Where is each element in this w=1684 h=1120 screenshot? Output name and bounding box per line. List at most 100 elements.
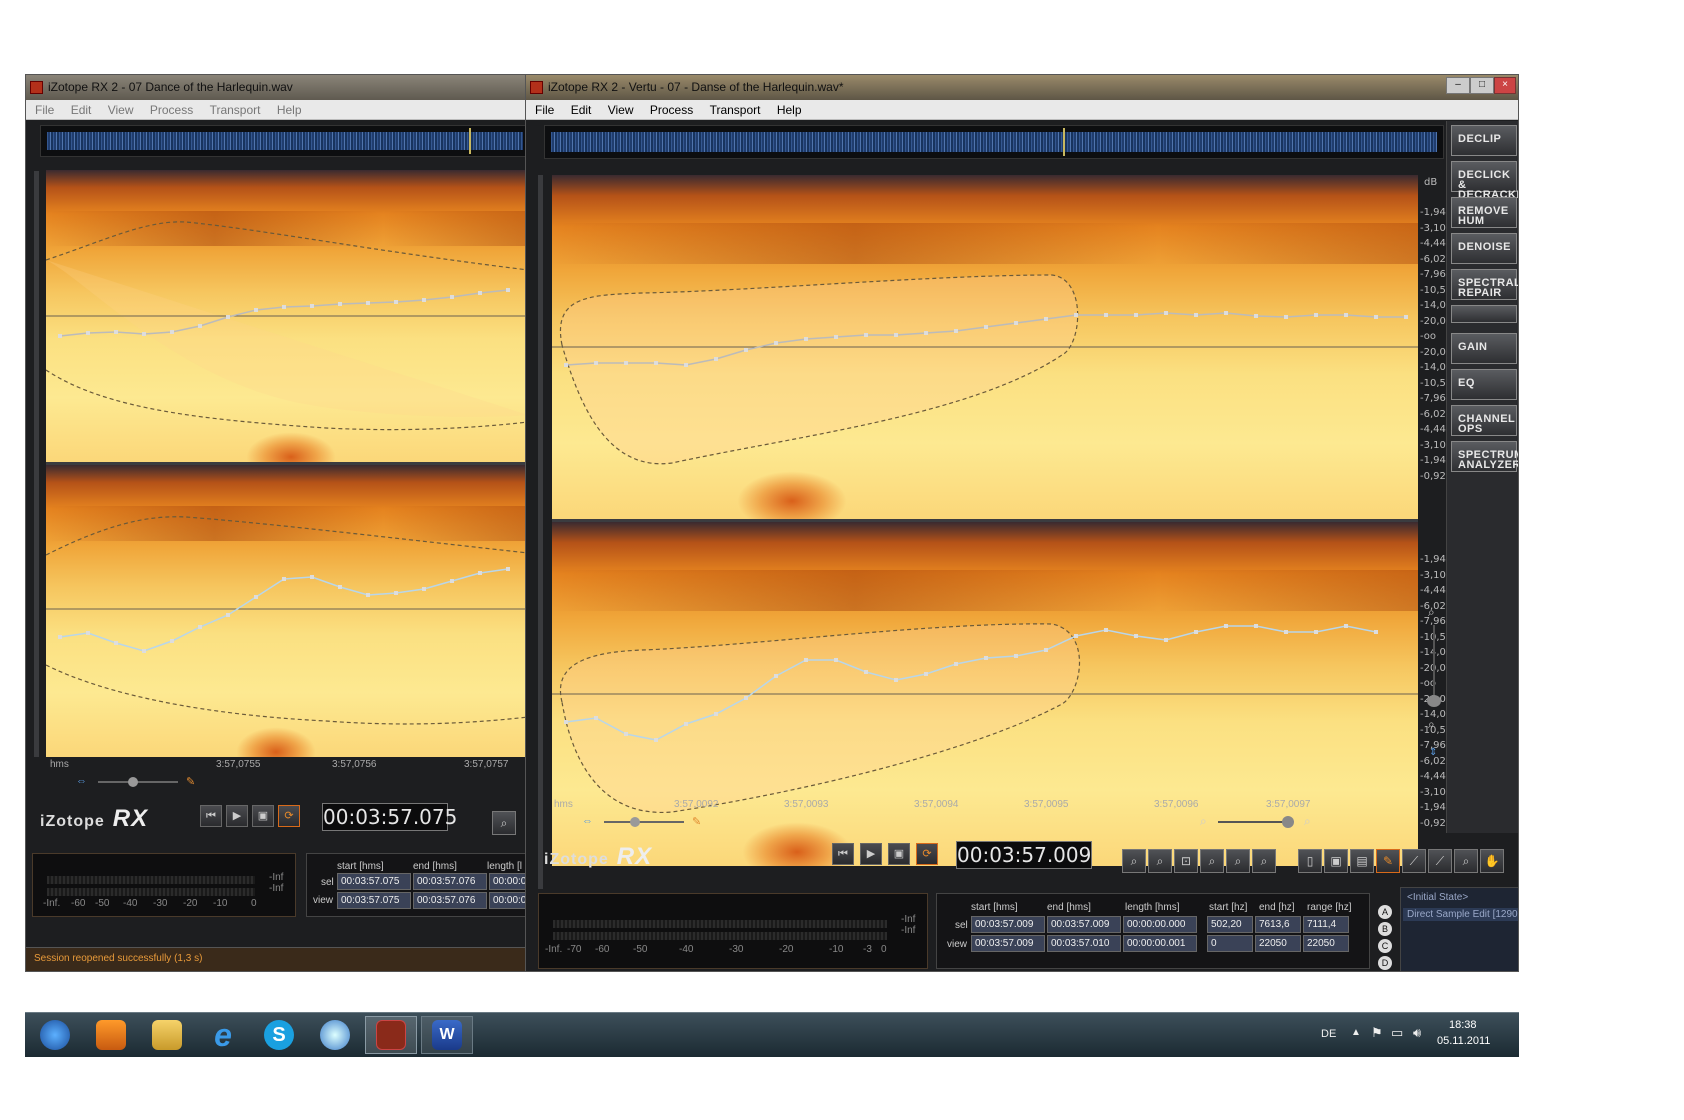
module-channel-ops-button[interactable]: CHANNEL OPS	[1451, 405, 1517, 436]
brush-icon[interactable]: ⟋	[1402, 849, 1426, 873]
history-item[interactable]: <Initial State>	[1407, 892, 1468, 903]
menu-process[interactable]: Process	[150, 103, 193, 117]
module-gain-button[interactable]: GAIN	[1451, 333, 1517, 364]
zoom-slider-knob[interactable]	[630, 817, 640, 827]
view-range-hz-field[interactable]: 22050	[1303, 935, 1349, 952]
menu-process[interactable]: Process	[650, 103, 693, 117]
view-end-field[interactable]: 00:03:57.010	[1047, 935, 1121, 952]
rewind-button[interactable]: ⏮	[200, 805, 222, 827]
taskbar-safari[interactable]	[309, 1016, 361, 1054]
sel-start-hz-field[interactable]: 502,20	[1207, 916, 1253, 933]
lasso-icon[interactable]: ✎	[1376, 849, 1400, 873]
sel-end-hz-field[interactable]: 7613,6	[1255, 916, 1301, 933]
taskbar-skype[interactable]: S	[253, 1016, 305, 1054]
play-button[interactable]: ▶	[860, 843, 882, 865]
history-a-button[interactable]: A	[1378, 905, 1392, 919]
zoom-horizontal-icon[interactable]: ⌕	[1226, 849, 1250, 873]
zoom-icon[interactable]: ⌕	[492, 811, 516, 835]
menu-transport[interactable]: Transport	[710, 103, 761, 117]
history-c-button[interactable]: C	[1378, 939, 1392, 953]
menu-transport[interactable]: Transport	[210, 103, 261, 117]
time-select-icon[interactable]: ▯	[1298, 849, 1322, 873]
taskbar-media-player[interactable]	[85, 1016, 137, 1054]
pencil-icon[interactable]: ✎	[692, 815, 701, 828]
pencil-icon[interactable]: ✎	[186, 775, 195, 788]
network-icon[interactable]: ▭	[1391, 1025, 1403, 1041]
arrows-icon[interactable]: ⇕	[1429, 747, 1437, 758]
view-length-field[interactable]: 00:00:00.001	[1123, 935, 1197, 952]
loop-button[interactable]: ⟳	[916, 843, 938, 865]
taskbar-explorer[interactable]	[141, 1016, 193, 1054]
view-start-field[interactable]: 00:03:57.009	[971, 935, 1045, 952]
module-declip-button[interactable]: DECLIP	[1451, 125, 1517, 156]
zoom-vertical-icon[interactable]: ⌕	[1252, 849, 1276, 873]
view-start-field[interactable]: 00:03:57.075	[337, 892, 411, 909]
sel-end-field[interactable]: 00:03:57.076	[413, 873, 487, 890]
zoom-in-icon[interactable]: ⌕	[1122, 849, 1146, 873]
module-denoise-button[interactable]: DENOISE	[1451, 233, 1517, 264]
menu-view[interactable]: View	[108, 103, 134, 117]
history-b-button[interactable]: B	[1378, 922, 1392, 936]
maximize-button[interactable]: □	[1470, 77, 1494, 94]
view-end-field[interactable]: 00:03:57.076	[413, 892, 487, 909]
history-item[interactable]: Direct Sample Edit [12902	[1403, 908, 1518, 921]
zoom-in-icon[interactable]: ⌕	[1428, 605, 1435, 620]
play-selection-button[interactable]: ▣	[888, 843, 910, 865]
sel-length-field[interactable]: 00:00:0	[489, 873, 526, 890]
sel-length-field[interactable]: 00:00:00.000	[1123, 916, 1197, 933]
module-remove-hum-button[interactable]: REMOVE HUM	[1451, 197, 1517, 228]
vertical-zoom-knob[interactable]	[1427, 695, 1441, 707]
module-eq-button[interactable]: EQ	[1451, 369, 1517, 400]
flag-icon[interactable]: ⚑	[1371, 1025, 1383, 1041]
clock-date[interactable]: 05.11.2011	[1437, 1035, 1490, 1047]
view-start-hz-field[interactable]: 0	[1207, 935, 1253, 952]
volume-icon[interactable]: 🔊︎	[1413, 1025, 1421, 1041]
hand-icon[interactable]: ✋	[1480, 849, 1504, 873]
taskbar-ie[interactable]: e	[197, 1016, 249, 1054]
menu-edit[interactable]: Edit	[71, 103, 92, 117]
menu-edit[interactable]: Edit	[571, 103, 592, 117]
left-overview-waveform[interactable]	[40, 125, 526, 157]
vertical-zoom-controls[interactable]: ⌕ ⌕ ⇕	[1424, 605, 1444, 785]
loop-button[interactable]: ⟳	[278, 805, 300, 827]
taskbar-izotope[interactable]	[365, 1016, 417, 1054]
zoom-fit-icon[interactable]: ⊡	[1174, 849, 1198, 873]
module-declick-decrackle-button[interactable]: DECLICK & DECRACKLE	[1451, 161, 1518, 201]
menu-file[interactable]: File	[535, 103, 554, 117]
magic-wand-icon[interactable]: ⟋	[1428, 849, 1452, 873]
menu-file[interactable]: File	[35, 103, 54, 117]
menu-view[interactable]: View	[608, 103, 634, 117]
rewind-button[interactable]: ⏮	[832, 843, 854, 865]
arrows-icon[interactable]: ⇔	[76, 775, 87, 787]
zoom-selection-icon[interactable]: ⌕	[1200, 849, 1224, 873]
minimize-button[interactable]: –	[1446, 77, 1470, 94]
left-spectrogram-channel-2[interactable]	[46, 465, 526, 757]
module-spectral-repair-button[interactable]: SPECTRAL REPAIR	[1451, 269, 1518, 300]
right-spectrogram-channel-1[interactable]	[552, 175, 1418, 519]
sel-range-hz-field[interactable]: 7111,4	[1303, 916, 1349, 933]
sel-start-field[interactable]: 00:03:57.009	[971, 916, 1045, 933]
play-selection-button[interactable]: ▣	[252, 805, 274, 827]
box-select-icon[interactable]: ▣	[1324, 849, 1348, 873]
module-blank-button[interactable]	[1451, 305, 1517, 323]
show-hidden-icons-icon[interactable]: ▲	[1351, 1027, 1361, 1038]
taskbar-word[interactable]: W	[421, 1016, 473, 1054]
view-length-field[interactable]: 00:00:0	[489, 892, 526, 909]
view-end-hz-field[interactable]: 22050	[1255, 935, 1301, 952]
zoom-out-icon[interactable]: ⌕	[1428, 717, 1435, 732]
magnifier-icon[interactable]: ⌕	[1454, 849, 1478, 873]
horizontal-zoom-slider[interactable]: ⌕ ⌕	[1200, 814, 1320, 829]
freq-select-icon[interactable]: ▤	[1350, 849, 1374, 873]
zoom-slider-knob[interactable]	[128, 777, 138, 787]
language-indicator[interactable]: DE	[1321, 1028, 1336, 1040]
sel-start-field[interactable]: 00:03:57.075	[337, 873, 411, 890]
start-button[interactable]	[29, 1016, 81, 1054]
clock-time[interactable]: 18:38	[1449, 1019, 1477, 1031]
module-spectrum-analyzer-button[interactable]: SPECTRUM ANALYZER	[1451, 441, 1518, 472]
close-button[interactable]: ×	[1494, 77, 1516, 94]
left-spectrogram-channel-1[interactable]	[46, 170, 526, 462]
sel-end-field[interactable]: 00:03:57.009	[1047, 916, 1121, 933]
zoom-out-icon[interactable]: ⌕	[1148, 849, 1172, 873]
play-button[interactable]: ▶	[226, 805, 248, 827]
left-scroll-zoom-bar[interactable]: ⇔ ✎	[76, 775, 216, 789]
